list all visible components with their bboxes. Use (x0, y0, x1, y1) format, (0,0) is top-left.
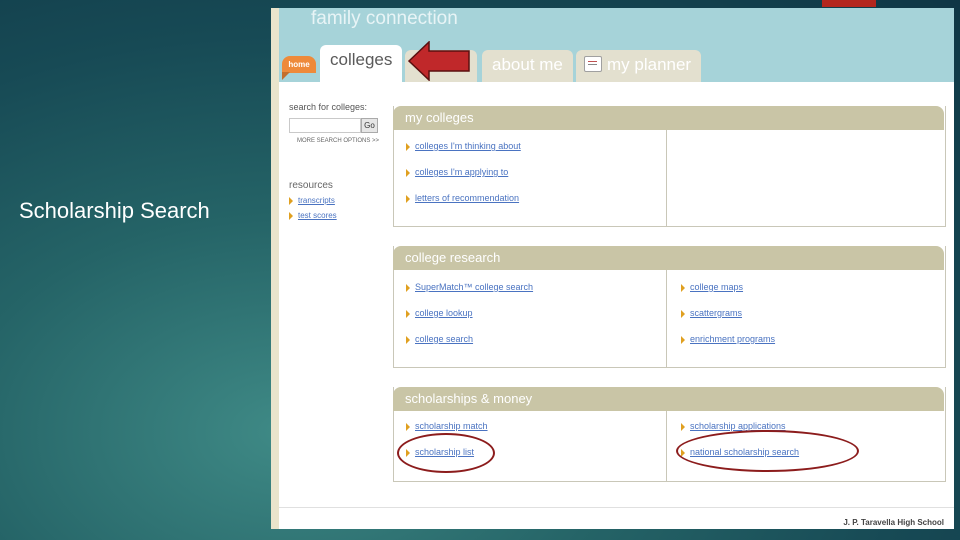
link-scattergrams[interactable]: scattergrams (681, 308, 742, 318)
resource-label: transcripts (298, 196, 335, 205)
footer-divider (279, 507, 954, 508)
highlight-circle-scholarship-list (397, 433, 495, 473)
planner-icon (584, 55, 602, 72)
link-supermatch[interactable]: SuperMatch™ college search (406, 282, 533, 292)
resource-link-transcripts[interactable]: transcripts (289, 196, 335, 205)
app-header: family connection home colleges about me… (279, 8, 954, 82)
link-label: enrichment programs (690, 334, 776, 344)
more-search-options-link[interactable]: MORE SEARCH OPTIONS >> (297, 138, 379, 144)
chevron-right-icon (681, 309, 685, 318)
footer-school-name: J. P. Taravella High School (843, 518, 944, 527)
link-label: letters of recommendation (415, 193, 520, 203)
link-enrichment-programs[interactable]: enrichment programs (681, 334, 775, 344)
highlight-circle-national-scholarship-search (676, 430, 859, 472)
link-label: scholarship match (415, 421, 488, 431)
chevron-right-icon (406, 283, 410, 292)
brand-title: family connection (311, 8, 458, 29)
chevron-right-icon (406, 422, 410, 431)
panel-divider (666, 270, 667, 367)
accent-bar (822, 0, 876, 7)
link-label: college lookup (415, 308, 473, 318)
resource-label: test scores (298, 211, 337, 220)
link-label: college maps (690, 282, 744, 292)
chevron-right-icon (406, 142, 410, 151)
link-scholarship-match[interactable]: scholarship match (406, 421, 488, 431)
tab-my-planner[interactable]: my planner (576, 50, 701, 82)
chevron-right-icon (289, 196, 293, 205)
link-college-lookup[interactable]: college lookup (406, 308, 473, 318)
slide-title: Scholarship Search (19, 198, 210, 223)
link-label: college search (415, 334, 474, 344)
resources-heading: resources (289, 180, 333, 191)
panel-my-colleges: my colleges colleges I'm thinking about … (393, 106, 946, 227)
home-tab-tail (282, 72, 290, 80)
link-letters-of-recommendation[interactable]: letters of recommendation (406, 193, 519, 203)
panel-divider (666, 130, 667, 226)
link-college-search[interactable]: college search (406, 334, 473, 344)
search-label: search for colleges: (289, 102, 368, 112)
chevron-right-icon (289, 211, 293, 220)
red-arrow-icon (408, 41, 470, 81)
link-label: SuperMatch™ college search (415, 282, 534, 292)
tab-colleges[interactable]: colleges (320, 45, 402, 82)
chevron-right-icon (681, 335, 685, 344)
home-tab[interactable]: home (282, 56, 316, 73)
chevron-right-icon (681, 283, 685, 292)
link-label: colleges I'm thinking about (415, 141, 521, 151)
panel-divider (666, 411, 667, 481)
link-colleges-applying-to[interactable]: colleges I'm applying to (406, 167, 508, 177)
page-left-border (271, 8, 279, 529)
link-label: colleges I'm applying to (415, 167, 509, 177)
link-college-maps[interactable]: college maps (681, 282, 743, 292)
chevron-right-icon (406, 168, 410, 177)
link-label: scattergrams (690, 308, 743, 318)
tab-about-me[interactable]: about me (482, 50, 573, 82)
chevron-right-icon (406, 335, 410, 344)
chevron-right-icon (406, 309, 410, 318)
panel-title: college research (393, 246, 944, 270)
panel-title: scholarships & money (393, 387, 944, 411)
chevron-right-icon (406, 194, 410, 203)
sidebar: search for colleges: Go MORE SEARCH OPTI… (289, 102, 389, 220)
college-search-input[interactable] (289, 118, 361, 133)
chevron-right-icon (681, 422, 685, 431)
resource-link-test-scores[interactable]: test scores (289, 211, 337, 220)
panel-title: my colleges (393, 106, 944, 130)
panel-college-research: college research SuperMatch™ college sea… (393, 246, 946, 368)
go-button[interactable]: Go (361, 118, 378, 133)
link-colleges-thinking-about[interactable]: colleges I'm thinking about (406, 141, 521, 151)
tab-my-planner-label: my planner (607, 55, 692, 74)
